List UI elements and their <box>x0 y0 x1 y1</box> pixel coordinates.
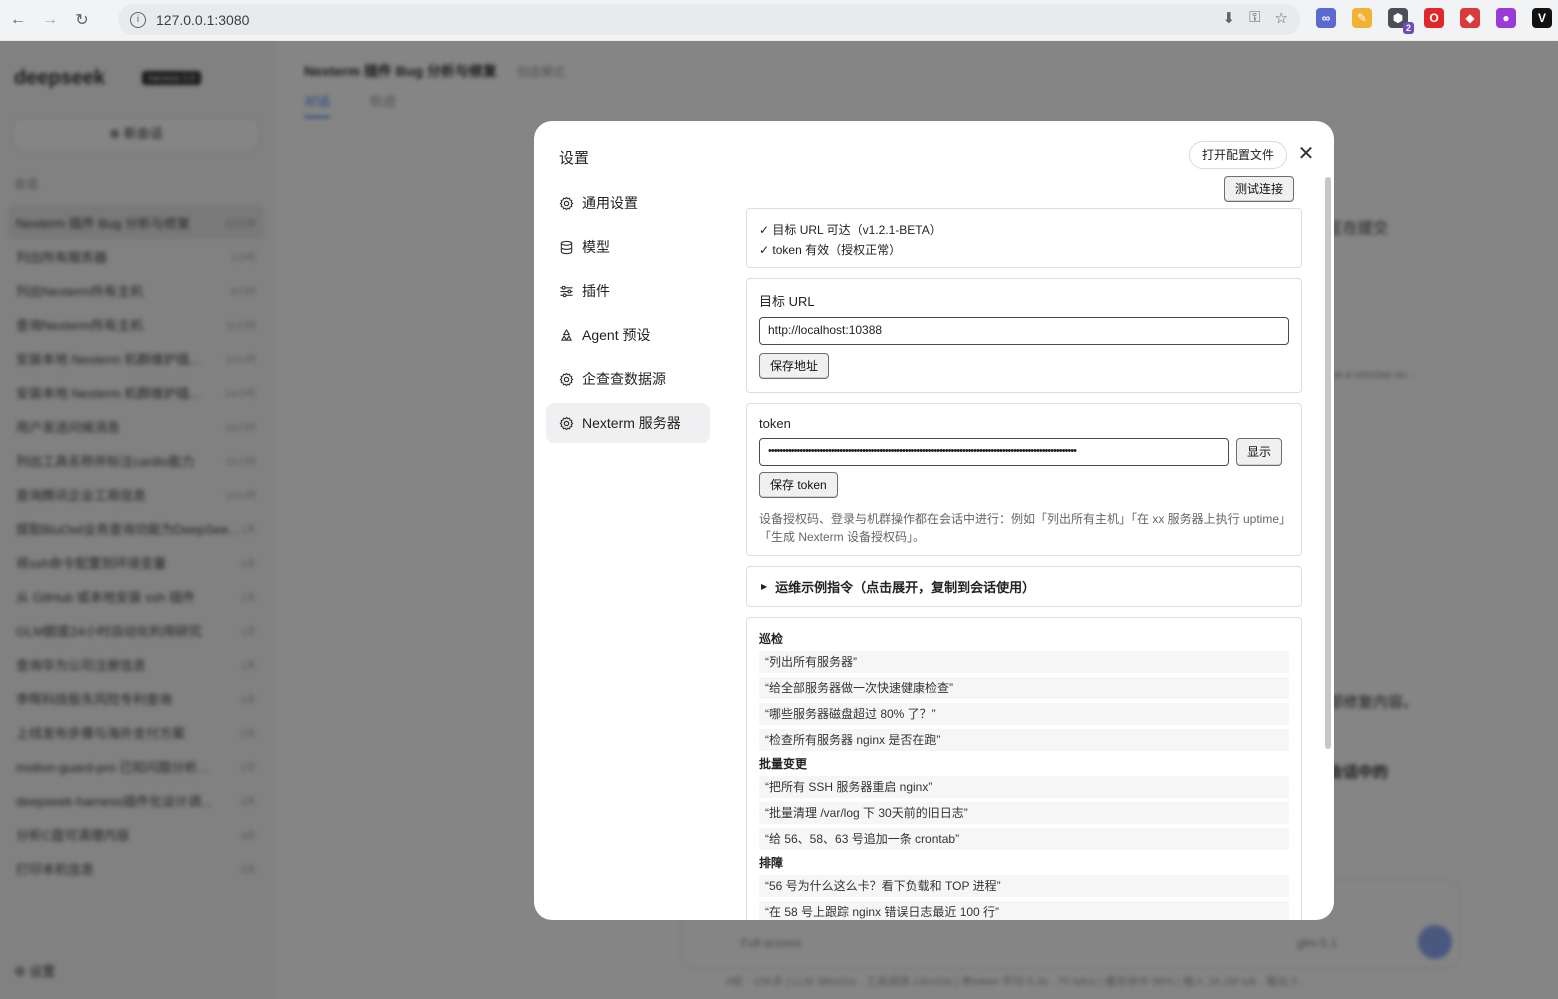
database-icon <box>558 239 574 255</box>
example-command[interactable]: “给 56、58、63 号追加一条 crontab” <box>759 828 1289 850</box>
sliders-icon <box>558 283 574 299</box>
examples-summary[interactable]: ▶ 运维示例指令（点击展开，复制到会话使用） <box>746 566 1302 607</box>
menu-item-label: 模型 <box>582 239 610 255</box>
token-label: token <box>759 416 791 431</box>
extension-badge: 2 <box>1402 22 1414 34</box>
usage-hint: 设备授权码、登录与机群操作都在会话中进行：例如「列出所有主机」「在 xx 服务器… <box>759 512 1286 544</box>
menu-item-nexterm[interactable]: Nexterm 服务器 <box>546 403 710 443</box>
status-url-ok: ✓ 目标 URL 可达（v1.2.1-BETA） <box>759 223 942 237</box>
gear-icon <box>558 195 574 211</box>
browser-toolbar: ← → ↻ i 127.0.0.1:3080 ⬇ ⚿ ☆ ∞ ✎ ⬢ 2 O ◆ ● V <box>0 0 1558 41</box>
install-app-icon[interactable]: ⬇ <box>1223 9 1236 27</box>
example-command[interactable]: “给全部服务器做一次快速健康检查” <box>759 677 1289 699</box>
gear-icon <box>558 415 574 431</box>
example-command[interactable]: “在 58 号上跟踪 nginx 错误日志最近 100 行” <box>759 901 1289 920</box>
menu-item-agent-presets[interactable]: Agent 预设 <box>546 315 710 355</box>
brush-extension-icon[interactable]: ✎ <box>1352 8 1372 28</box>
example-command[interactable]: “把所有 SSH 服务器重启 nginx” <box>759 776 1289 798</box>
settings-menu: 通用设置 模型 插件 Agent 预设 企查查数据源 Nexterm 服务器 <box>546 183 710 447</box>
password-key-icon[interactable]: ⚿ <box>1249 9 1260 27</box>
example-group-title: 批量变更 <box>759 757 808 771</box>
disclosure-triangle-icon: ▶ <box>761 582 768 591</box>
bookmark-star-icon[interactable]: ☆ <box>1275 9 1288 27</box>
settings-modal: 设置 打开配置文件 ✕ 通用设置 模型 插件 Agent 预设 企查查数据源 N… <box>534 121 1334 920</box>
modal-title: 设置 <box>559 150 590 167</box>
test-connection-button[interactable]: 测试连接 <box>1224 176 1295 202</box>
site-info-icon[interactable]: i <box>130 11 146 28</box>
status-token-ok: ✓ token 有效（授权正常） <box>759 243 902 257</box>
shield-extension-icon[interactable]: ⬢ 2 <box>1388 8 1414 34</box>
forward-icon[interactable]: → <box>36 6 64 34</box>
menu-item-label: 插件 <box>582 283 610 299</box>
reload-icon[interactable]: ↻ <box>68 6 96 34</box>
target-url-section: 目标 URL http://localhost:10388 保存地址 <box>746 278 1302 393</box>
extensions-bar: ∞ ✎ ⬢ 2 O ◆ ● V <box>1316 8 1552 34</box>
target-url-label: 目标 URL <box>759 294 815 309</box>
gear-icon <box>558 371 574 387</box>
menu-item-label: 企查查数据源 <box>582 371 666 387</box>
save-url-button[interactable]: 保存地址 <box>759 353 830 379</box>
token-input[interactable]: ••••••••••••••••••••••••••••••••••••••••… <box>759 438 1229 466</box>
menu-item-label: 通用设置 <box>582 195 638 211</box>
menu-item-label: Nexterm 服务器 <box>582 415 681 431</box>
nexterm-settings-panel: 测试连接 ✓ 目标 URL 可达（v1.2.1-BETA） ✓ token 有效… <box>746 173 1302 920</box>
example-command[interactable]: “列出所有服务器” <box>759 651 1289 673</box>
address-bar[interactable]: i 127.0.0.1:3080 ⬇ ⚿ ☆ <box>118 4 1300 35</box>
example-group-title: 巡检 <box>759 632 784 646</box>
dice-extension-icon[interactable]: ◆ <box>1460 8 1480 28</box>
token-section: token ••••••••••••••••••••••••••••••••••… <box>746 403 1302 556</box>
opera-extension-icon[interactable]: O <box>1424 8 1444 28</box>
v-extension-icon[interactable]: V <box>1532 8 1552 28</box>
examples-list: 巡检 “列出所有服务器” “给全部服务器做一次快速健康检查” “哪些服务器磁盘超过 8… <box>746 617 1302 920</box>
back-icon[interactable]: ← <box>4 6 32 34</box>
example-command[interactable]: “哪些服务器磁盘超过 80% 了？” <box>759 703 1289 725</box>
menu-item-general[interactable]: 通用设置 <box>546 183 710 223</box>
url-text: 127.0.0.1:3080 <box>156 11 250 28</box>
menu-item-plugins[interactable]: 插件 <box>546 271 710 311</box>
scrollbar[interactable] <box>1325 177 1331 749</box>
show-token-button[interactable]: 显示 <box>1236 438 1283 466</box>
examples-summary-label: 运维示例指令（点击展开，复制到会话使用） <box>775 580 1036 595</box>
menu-item-qichacha[interactable]: 企查查数据源 <box>546 359 710 399</box>
purple-extension-icon[interactable]: ● <box>1496 8 1516 28</box>
menu-item-label: Agent 预设 <box>582 327 651 343</box>
example-group-title: 排障 <box>759 856 784 870</box>
example-command[interactable]: “56 号为什么这么卡？看下负载和 TOP 进程” <box>759 875 1289 897</box>
example-command[interactable]: “批量清理 /var/log 下 30天前的旧日志” <box>759 802 1289 824</box>
target-url-input[interactable]: http://localhost:10388 <box>759 317 1289 345</box>
save-token-button[interactable]: 保存 token <box>759 472 838 498</box>
recycle-icon <box>558 327 574 343</box>
connection-status: ✓ 目标 URL 可达（v1.2.1-BETA） ✓ token 有效（授权正常… <box>746 208 1302 268</box>
close-icon[interactable]: ✕ <box>1296 143 1316 165</box>
open-config-button[interactable]: 打开配置文件 <box>1189 141 1288 169</box>
link-extension-icon[interactable]: ∞ <box>1316 8 1336 28</box>
example-command[interactable]: “检查所有服务器 nginx 是否在跑” <box>759 729 1289 751</box>
menu-item-model[interactable]: 模型 <box>546 227 710 267</box>
